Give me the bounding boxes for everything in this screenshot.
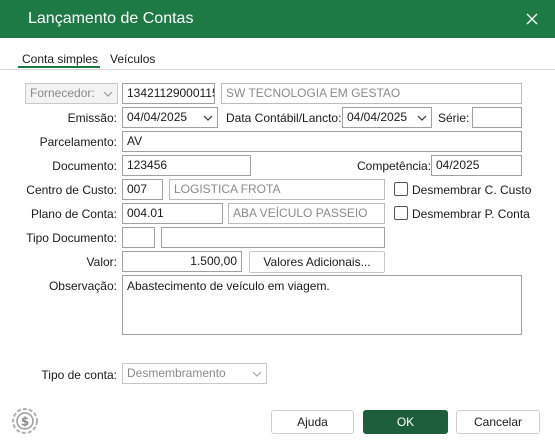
active-tab-indicator <box>18 66 100 68</box>
desmembrar-c-custo-checkbox[interactable] <box>394 182 408 196</box>
documento-label: Documento: <box>52 159 117 173</box>
ok-button[interactable]: OK <box>363 410 448 434</box>
emissao-label: Emissão: <box>67 111 117 125</box>
parcelamento-input[interactable]: AV <box>122 131 522 152</box>
desmembrar-p-conta-checkbox[interactable] <box>394 206 408 220</box>
serie-input[interactable] <box>472 107 522 128</box>
serie-label: Série: <box>438 111 470 125</box>
observacao-textarea[interactable]: Abastecimento de veículo em viagem. <box>122 275 522 335</box>
desmembrar-c-custo-label[interactable]: Desmembrar C. Custo <box>412 183 531 197</box>
tipo-documento-label: Tipo Documento: <box>26 231 117 245</box>
desmembrar-p-conta-label[interactable]: Desmembrar P. Conta <box>412 207 530 221</box>
data-contabil-date-picker[interactable]: 04/04/2025 <box>342 107 432 128</box>
data-contabil-value: 04/04/2025 <box>347 110 408 124</box>
tipo-pessoa-value: Fornecedor: <box>30 86 95 100</box>
centro-custo-codigo-input[interactable]: 007 <box>122 179 163 200</box>
tab-conta-simples[interactable]: Conta simples <box>22 52 98 66</box>
tipo-conta-select[interactable]: Desmembramento <box>122 363 267 384</box>
centro-custo-label: Centro de Custo: <box>26 183 117 197</box>
valor-input[interactable]: 1.500,00 <box>122 251 242 272</box>
chevron-down-icon <box>417 115 427 121</box>
window-title: Lançamento de Contas <box>28 10 194 27</box>
competencia-label: Competência: <box>357 159 432 173</box>
plano-conta-codigo-input[interactable]: 004.01 <box>122 203 223 224</box>
title-bar: Lançamento de Contas <box>0 0 555 38</box>
chevron-down-icon <box>252 371 262 377</box>
centro-custo-descricao-field: LOGISTICA FROTA <box>169 179 385 200</box>
emissao-date-picker[interactable]: 04/04/2025 <box>122 107 218 128</box>
cancelar-button[interactable]: Cancelar <box>456 410 540 434</box>
tipo-documento-descricao-field <box>161 227 385 248</box>
dollar-logo-icon: $ <box>12 408 38 434</box>
competencia-input[interactable]: 04/2025 <box>431 155 522 176</box>
svg-text:$: $ <box>21 415 29 429</box>
plano-conta-descricao-field: ABA VEÍCULO PASSEIO <box>228 203 385 224</box>
fornecedor-nome-field: SW TECNOLOGIA EM GESTAO <box>221 83 522 104</box>
tipo-documento-codigo-input[interactable] <box>122 227 155 248</box>
tipo-conta-value: Desmembramento <box>127 366 226 380</box>
ajuda-button[interactable]: Ajuda <box>271 410 354 434</box>
plano-conta-label: Plano de Conta: <box>30 207 117 221</box>
valor-label: Valor: <box>86 255 117 269</box>
chevron-down-icon <box>203 115 213 121</box>
fornecedor-codigo-input[interactable]: 13421129000115 <box>122 83 215 104</box>
observacao-label: Observação: <box>48 279 117 293</box>
documento-input[interactable]: 123456 <box>122 155 251 176</box>
emissao-value: 04/04/2025 <box>127 110 188 124</box>
tipo-conta-label: Tipo de conta: <box>41 368 117 382</box>
data-contabil-label: Data Contábil/Lancto: <box>226 111 342 125</box>
valores-adicionais-button[interactable]: Valores Adicionais... <box>249 251 385 273</box>
close-icon[interactable] <box>521 8 543 30</box>
tab-divider <box>0 69 555 70</box>
tab-veiculos[interactable]: Veículos <box>110 52 155 66</box>
tipo-pessoa-select[interactable]: Fornecedor: <box>25 83 118 104</box>
parcelamento-label: Parcelamento: <box>39 135 117 149</box>
chevron-down-icon <box>103 91 113 97</box>
